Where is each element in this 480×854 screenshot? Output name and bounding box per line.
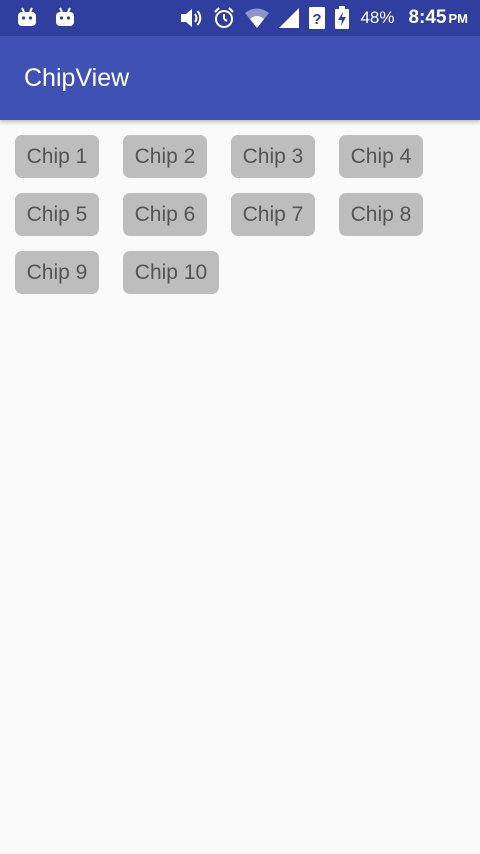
chip[interactable]: Chip 3 <box>231 135 315 178</box>
battery-percentage: 48% <box>360 8 395 27</box>
unknown-network-icon: ? <box>308 6 326 30</box>
chip[interactable]: Chip 1 <box>15 135 99 178</box>
volume-icon <box>178 5 204 31</box>
chip[interactable]: Chip 5 <box>15 193 99 236</box>
android-icon <box>54 6 76 28</box>
chip[interactable]: Chip 8 <box>339 193 423 236</box>
system-icons: ? 48% 8:45 PM <box>178 0 468 36</box>
clock-time: 8:45 <box>408 7 447 28</box>
status-bar: ? 48% 8:45 PM <box>0 0 480 36</box>
battery-charging-icon <box>334 6 350 30</box>
chip[interactable]: Chip 6 <box>123 193 207 236</box>
chip[interactable]: Chip 4 <box>339 135 423 178</box>
alarm-icon <box>212 6 236 30</box>
svg-text:?: ? <box>313 11 322 28</box>
clock: 8:45 PM <box>408 7 468 29</box>
notification-icons <box>16 6 76 28</box>
wifi-icon <box>244 7 270 29</box>
android-icon <box>16 6 38 28</box>
chip[interactable]: Chip 10 <box>123 251 219 294</box>
chip[interactable]: Chip 2 <box>123 135 207 178</box>
chip[interactable]: Chip 7 <box>231 193 315 236</box>
clock-ampm: PM <box>448 11 469 26</box>
app-title: ChipView <box>24 64 130 92</box>
chip[interactable]: Chip 9 <box>15 251 99 294</box>
app-bar: ChipView <box>0 36 480 120</box>
signal-icon <box>278 7 300 29</box>
